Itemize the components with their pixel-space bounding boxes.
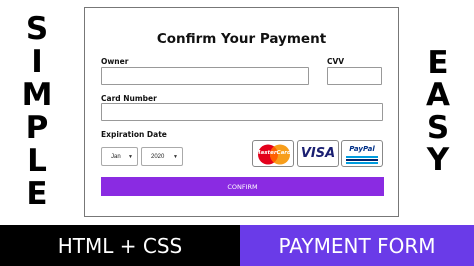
banner-payment-form: PAYMENT FORM <box>240 225 474 266</box>
mastercard-text: MasterCard <box>255 150 291 156</box>
card-number-label: Card Number <box>101 94 157 103</box>
confirm-button[interactable]: CONFIRM <box>101 177 384 196</box>
side-letter: A <box>426 77 450 114</box>
card-number-input[interactable] <box>101 103 383 121</box>
year-value: 2020 <box>151 153 165 160</box>
form-title: Confirm Your Payment <box>156 31 327 47</box>
month-value: Jan <box>111 153 121 160</box>
side-letter: I <box>31 44 43 80</box>
owner-input[interactable] <box>101 67 309 85</box>
side-letter: S <box>426 109 450 146</box>
side-letter: Y <box>426 141 450 178</box>
cvv-input[interactable] <box>327 67 382 85</box>
banner-html-css: HTML + CSS <box>0 225 240 266</box>
side-letter: L <box>27 143 47 179</box>
owner-label: Owner <box>101 57 129 66</box>
paypal-logo: PayPal <box>341 140 383 167</box>
side-letter: S <box>25 11 49 47</box>
chevron-down-icon: ▼ <box>128 153 133 160</box>
visa-logo: VISA <box>297 140 339 167</box>
side-word-simple: S I M P L E <box>21 11 53 212</box>
side-letter: P <box>25 110 49 146</box>
cvv-label: CVV <box>327 57 345 66</box>
visa-text: VISA <box>300 146 336 161</box>
side-letter: E <box>427 45 449 81</box>
month-select[interactable]: Jan ▼ <box>101 147 138 166</box>
chevron-down-icon: ▼ <box>173 153 178 160</box>
side-word-easy: E A S Y <box>423 48 453 176</box>
paypal-stripes <box>346 156 378 164</box>
paypal-text: PayPal <box>349 145 375 153</box>
side-letter: E <box>26 176 48 212</box>
payment-form-card: Confirm Your Payment Owner CVV Card Numb… <box>84 7 399 217</box>
expiration-label: Expiration Date <box>101 130 167 139</box>
mastercard-logo: MasterCard <box>252 140 294 167</box>
side-letter: M <box>21 77 53 113</box>
year-select[interactable]: 2020 ▼ <box>141 147 183 166</box>
